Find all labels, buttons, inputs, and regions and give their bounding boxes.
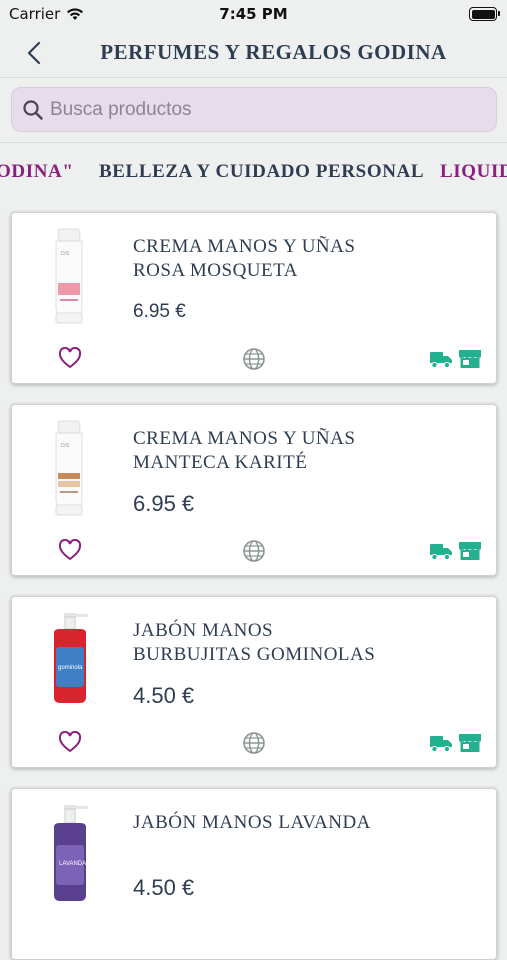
svg-text:D/S: D/S [61, 443, 70, 449]
search-icon [23, 99, 43, 120]
back-button[interactable] [22, 38, 46, 68]
product-name: JABÓN MANOS LAVANDA [133, 812, 371, 833]
store-icon [459, 542, 481, 560]
product-name: JABÓN MANOS BURBUJITAS GOMINOLAS [133, 620, 376, 665]
product-price: 6.95 € [133, 301, 186, 322]
product-image: LAVANDA [54, 805, 88, 901]
heart-icon[interactable] [58, 731, 82, 753]
product-price: 4.50 € [133, 875, 195, 900]
product-card[interactable]: D/S CREMA MANOS Y UÑAS ROSA MOSQUETA 6.9… [11, 212, 497, 384]
product-price: 6.95 € [133, 491, 195, 516]
heart-icon[interactable] [58, 539, 82, 561]
chevron-left-icon [27, 41, 41, 65]
store-icon [459, 734, 481, 752]
delivery-truck-icon [430, 736, 452, 753]
tab-liquidacion[interactable]: LIQUID [440, 161, 507, 183]
product-image: gominola [54, 613, 88, 703]
category-tabs: ODINA" BELLEZA Y CUIDADO PERSONAL LIQUID [0, 142, 507, 200]
product-card[interactable]: LAVANDA JABÓN MANOS LAVANDA 4.50 € [11, 788, 497, 960]
product-card[interactable]: D/S CREMA MANOS Y UÑAS MANTECA KARITÉ 6.… [11, 404, 497, 576]
page-title: PERFUMES Y REGALOS GODINA [100, 40, 447, 64]
globe-icon [243, 732, 265, 754]
product-image: D/S [55, 228, 83, 324]
search-bar[interactable] [11, 87, 497, 132]
store-icon [459, 350, 481, 368]
tab-category-godina[interactable]: ODINA" [0, 161, 74, 183]
svg-text:D/S: D/S [61, 251, 70, 257]
product-image: D/S [55, 420, 83, 516]
product-price: 4.50 € [133, 683, 195, 708]
heart-icon[interactable] [58, 347, 82, 369]
product-name: CREMA MANOS Y UÑAS MANTECA KARITÉ [133, 428, 356, 473]
product-name: CREMA MANOS Y UÑAS ROSA MOSQUETA [133, 236, 356, 281]
product-card[interactable]: gominola JABÓN MANOS BURBUJITAS GOMINOLA… [11, 596, 497, 768]
delivery-truck-icon [430, 544, 452, 561]
svg-text:gominola: gominola [58, 665, 83, 671]
status-time: 7:45 PM [219, 5, 288, 23]
status-bar: Carrier 7:45 PM [0, 0, 507, 28]
svg-text:LAVANDA: LAVANDA [59, 861, 86, 867]
battery-icon [469, 7, 500, 21]
globe-icon [243, 348, 265, 370]
tab-belleza-cuidado-personal[interactable]: BELLEZA Y CUIDADO PERSONAL [99, 161, 424, 183]
delivery-truck-icon [430, 352, 452, 369]
globe-icon [243, 540, 265, 562]
search-input[interactable] [50, 98, 470, 121]
navigation-bar: PERFUMES Y REGALOS GODINA [0, 28, 507, 78]
